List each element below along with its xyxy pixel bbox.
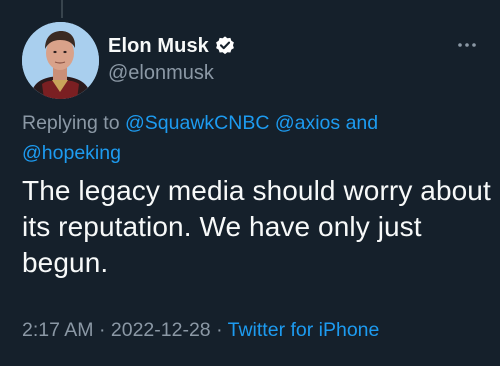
tweet-metadata: 2:17 AM · 2022-12-28 · Twitter for iPhon… bbox=[22, 316, 379, 344]
tweet-text: The legacy media should worry about its … bbox=[22, 175, 491, 278]
display-name[interactable]: Elon Musk bbox=[108, 35, 209, 58]
mention-link-squawkcnbc[interactable]: @SquawkCNBC bbox=[125, 112, 269, 134]
mention-link-axios[interactable]: @axios bbox=[275, 112, 340, 134]
meta-separator: · bbox=[216, 319, 223, 341]
tweet-source-link[interactable]: Twitter for iPhone bbox=[228, 319, 380, 341]
avatar[interactable] bbox=[22, 22, 99, 99]
tweet-card: Elon Musk @elonmusk Replying to @SquawkC… bbox=[0, 0, 500, 366]
more-options-icon[interactable] bbox=[456, 38, 478, 52]
conjunction-text: and bbox=[345, 112, 379, 134]
author-name-row: Elon Musk bbox=[108, 31, 236, 61]
replying-to-label: Replying to bbox=[22, 112, 120, 134]
thread-connector-line bbox=[61, 0, 63, 18]
tweet-date[interactable]: 2022-12-28 bbox=[111, 319, 211, 341]
verified-badge-icon bbox=[214, 35, 236, 57]
author-handle[interactable]: @elonmusk bbox=[108, 62, 214, 85]
mention-link-hopeking[interactable]: @hopeking bbox=[22, 142, 121, 164]
replying-to-line: Replying to @SquawkCNBC @axios and @hope… bbox=[22, 108, 482, 168]
avatar-image bbox=[22, 22, 99, 99]
tweet-time[interactable]: 2:17 AM bbox=[22, 319, 94, 341]
meta-separator: · bbox=[98, 319, 106, 341]
